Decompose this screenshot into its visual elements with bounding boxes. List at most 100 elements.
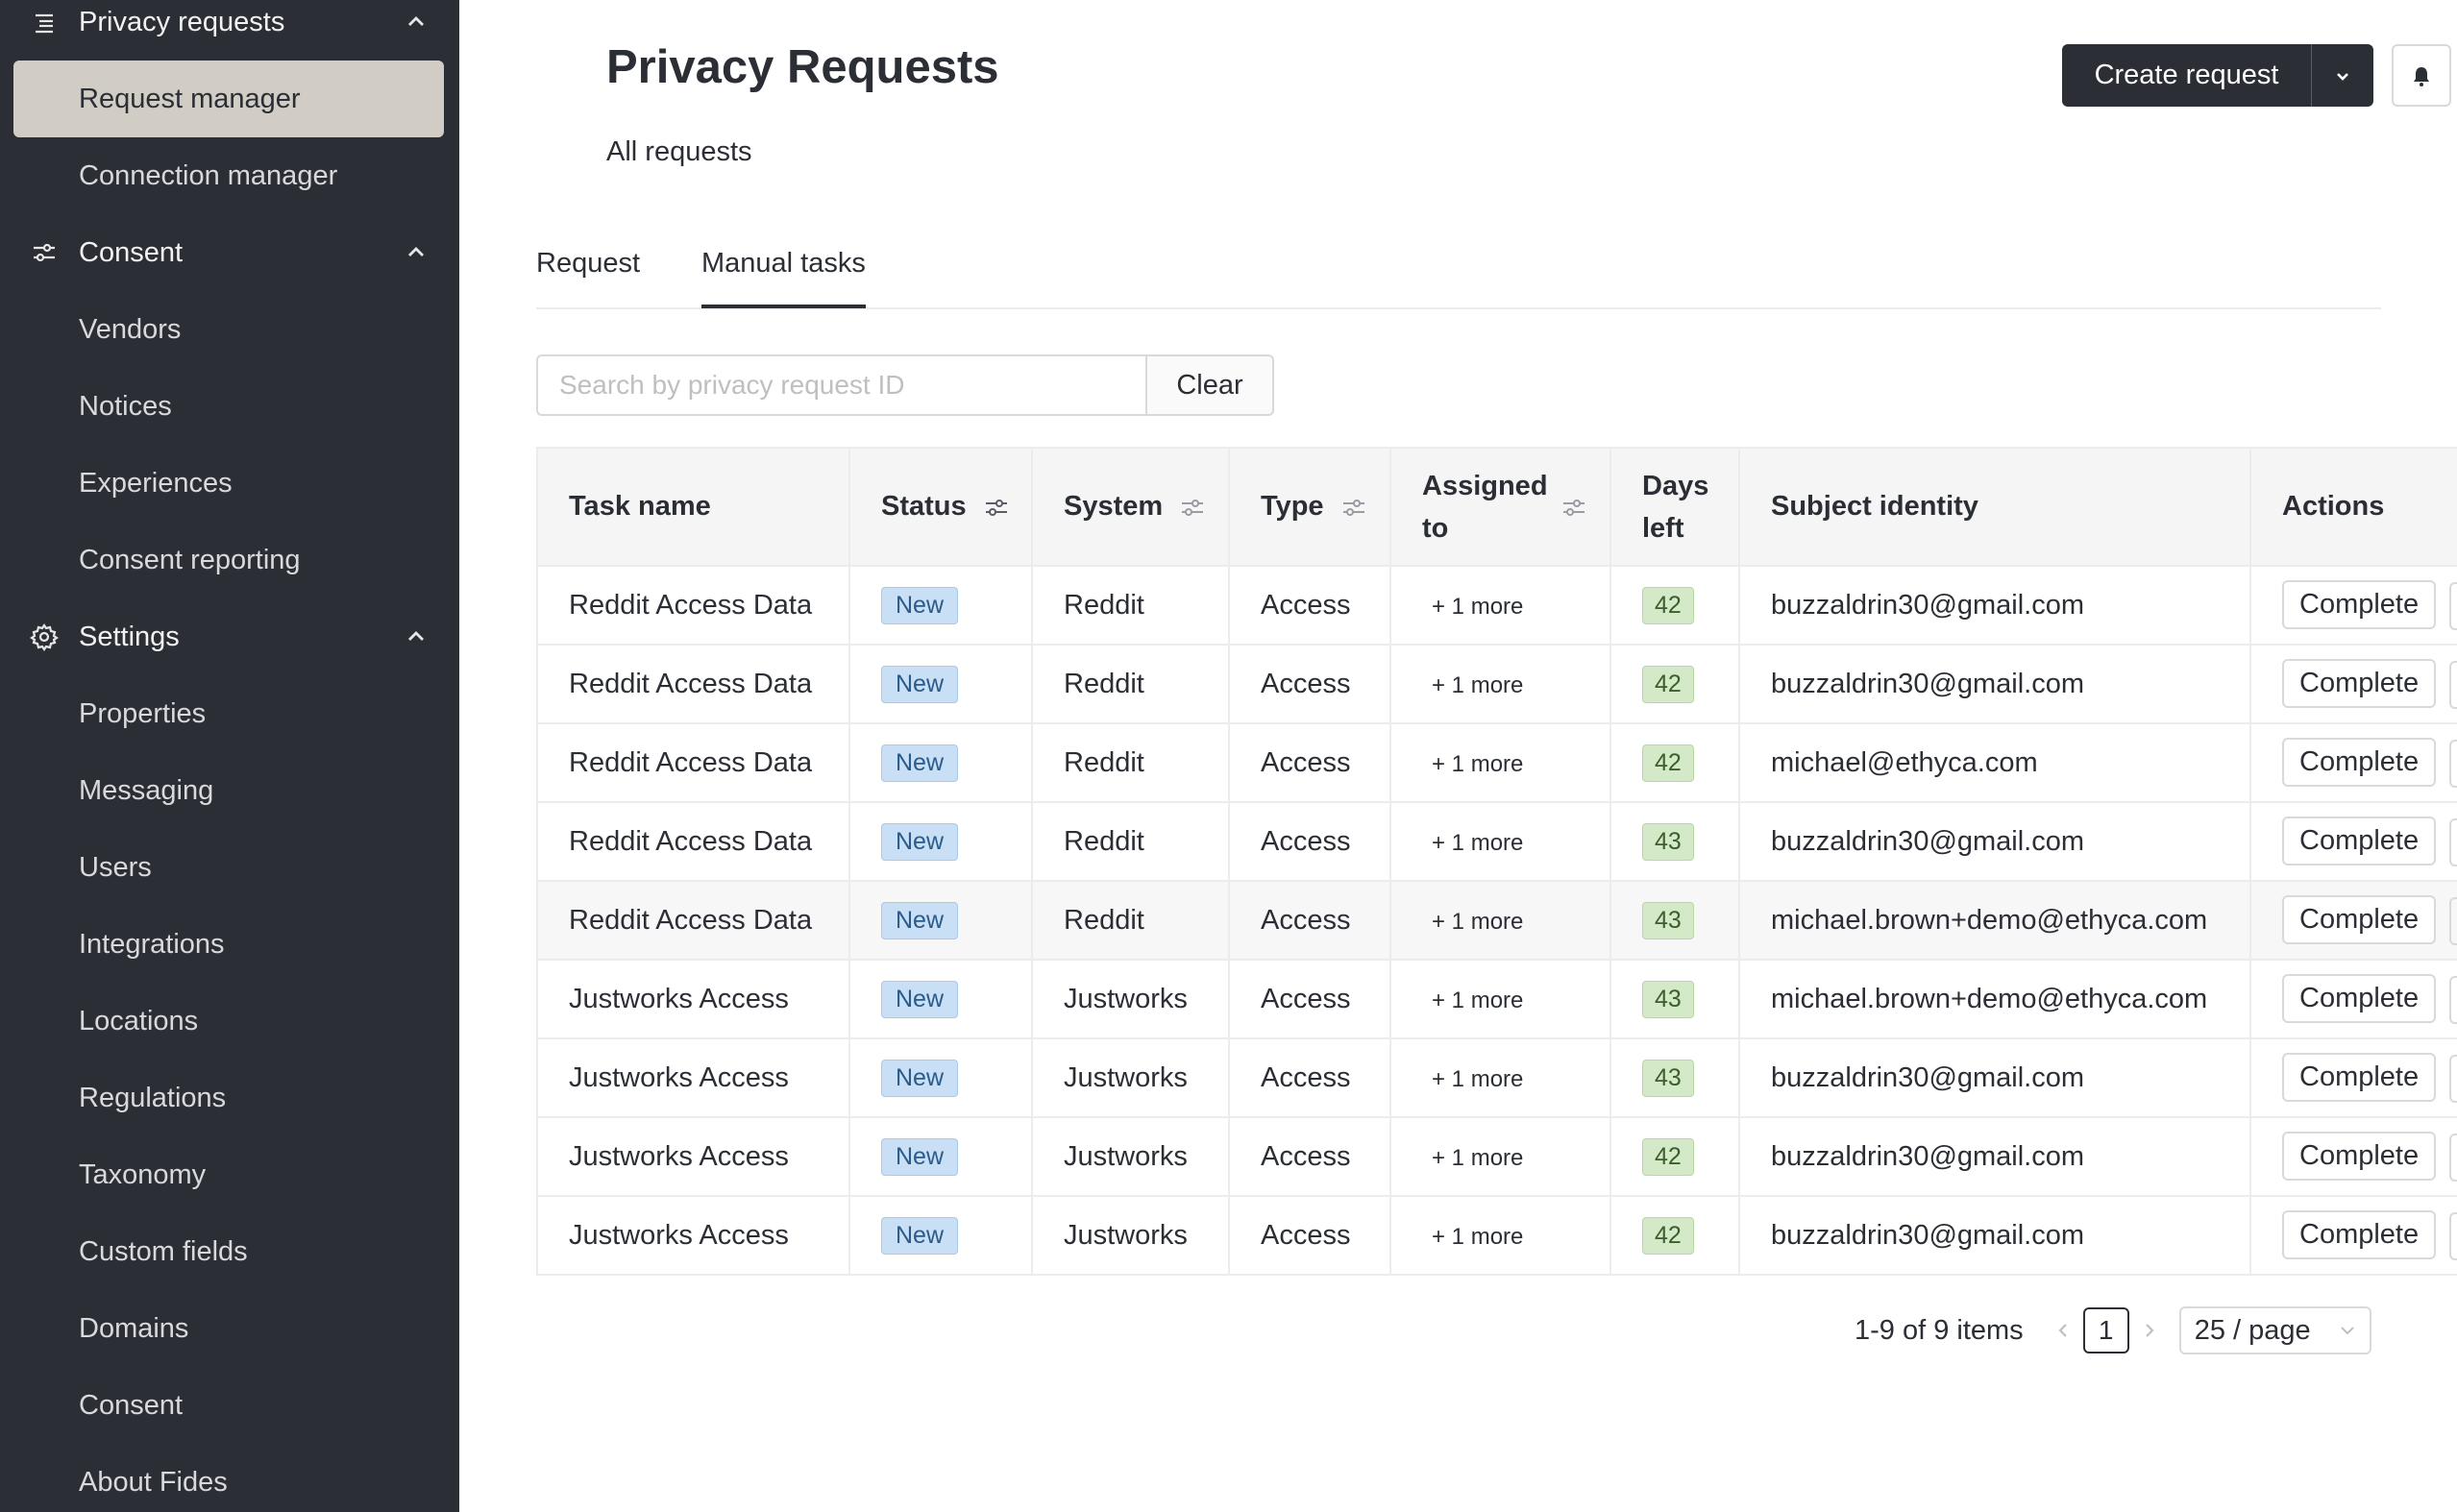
assignee-more-tag[interactable]: + 1 more [1422,988,1523,1013]
more-actions-button[interactable] [2449,975,2457,1024]
more-actions-button[interactable] [2449,1133,2457,1182]
cell-status: New [848,565,1033,646]
sidebar-item-label: Vendors [79,313,182,345]
sidebar-item-notices[interactable]: Notices [0,368,459,445]
cell-assigned-to: + 1 more [1389,1195,1611,1276]
sidebar-item-request-manager[interactable]: Request manager [13,61,444,137]
days-left-badge: 42 [1642,1137,1694,1176]
complete-button[interactable]: Complete [2282,895,2437,945]
assignee-more-tag[interactable]: + 1 more [1422,1224,1523,1250]
sidebar-item-properties[interactable]: Properties [0,675,459,752]
tab-request[interactable]: Request [536,248,640,307]
cell-task-name: Reddit Access Data [536,644,850,724]
filter-icon[interactable] [1560,493,1588,522]
complete-button[interactable]: Complete [2282,817,2437,866]
assignee-more-tag[interactable]: + 1 more [1422,909,1523,935]
cell-status: New [848,1195,1033,1276]
filter-icon[interactable] [1178,493,1207,522]
page-size-select[interactable]: 25 / page [2178,1306,2371,1354]
create-request-button[interactable]: Create request [2062,44,2312,107]
clear-button[interactable]: Clear [1147,354,1274,416]
more-actions-button[interactable] [2449,581,2457,630]
system-name: Justworks [1064,1061,1188,1093]
complete-button[interactable]: Complete [2282,659,2437,709]
days-left-badge: 42 [1642,665,1694,703]
cell-subject-identity: michael.brown+demo@ethyca.com [1738,880,2251,961]
cell-actions: Complete [2249,801,2457,882]
column-header-task-name: Task name [536,447,850,567]
column-label: System [1064,491,1164,522]
nav-group-settings[interactable]: Settings [0,598,459,675]
assignee-more-tag[interactable]: + 1 more [1422,672,1523,698]
cell-system: Reddit [1031,880,1230,961]
sidebar-item-consent-reporting[interactable]: Consent reporting [0,522,459,598]
nav-group-consent[interactable]: Consent [0,214,459,291]
complete-button[interactable]: Complete [2282,580,2437,630]
assignee-more-tag[interactable]: + 1 more [1422,751,1523,777]
table-row: Reddit Access Data New Reddit Access + 1 mor… [536,722,2457,803]
nav-group-label: Privacy requests [79,6,285,37]
subject-identity: buzzaldrin30@gmail.com [1771,1140,2085,1172]
more-actions-button[interactable] [2449,1054,2457,1103]
more-actions-button[interactable] [2449,1211,2457,1260]
sidebar-item-label: Request manager [79,83,301,114]
sidebar-item-messaging[interactable]: Messaging [0,752,459,829]
cell-subject-identity: buzzaldrin30@gmail.com [1738,565,2251,646]
complete-button[interactable]: Complete [2282,738,2437,788]
table-body: Reddit Access Data New Reddit Access + 1 mor… [536,565,2457,1276]
table-row: Reddit Access Data New Reddit Access + 1 mor… [536,644,2457,724]
sidebar-item-about-fides[interactable]: About Fides [0,1444,459,1512]
assignee-more-tag[interactable]: + 1 more [1422,1145,1523,1171]
assignee-more-tag[interactable]: + 1 more [1422,1066,1523,1092]
status-badge: New [881,822,959,861]
tab-manual-tasks[interactable]: Manual tasks [701,248,866,308]
assignee-more-tag[interactable]: + 1 more [1422,594,1523,620]
assignee-more-tag[interactable]: + 1 more [1422,830,1523,856]
sidebar-item-domains[interactable]: Domains [0,1290,459,1367]
nav-group-privacy-requests[interactable]: Privacy requests [0,0,459,61]
search-input[interactable] [536,354,1147,416]
sidebar-item-connection-manager[interactable]: Connection manager [0,137,459,214]
more-actions-button[interactable] [2449,817,2457,866]
sidebar-item-vendors[interactable]: Vendors [0,291,459,368]
cell-subject-identity: buzzaldrin30@gmail.com [1738,644,2251,724]
sidebar-item-label: Domains [79,1312,189,1344]
more-actions-button[interactable] [2449,896,2457,945]
cell-actions: Complete [2249,565,2457,646]
notifications-button[interactable] [2392,44,2451,107]
more-actions-button[interactable] [2449,660,2457,709]
more-actions-button[interactable] [2449,739,2457,788]
sidebar-item-custom-fields[interactable]: Custom fields [0,1213,459,1290]
complete-button[interactable]: Complete [2282,1053,2437,1103]
filter-icon[interactable] [1339,493,1368,522]
sidebar-item-locations[interactable]: Locations [0,983,459,1060]
cell-status: New [848,1037,1033,1118]
sidebar-item-users[interactable]: Users [0,829,459,906]
complete-button[interactable]: Complete [2282,974,2437,1024]
cell-days-left: 42 [1609,722,1740,803]
sidebar-item-consent[interactable]: Consent [0,1367,459,1444]
complete-button[interactable]: Complete [2282,1132,2437,1182]
column-label: to [1422,512,1449,544]
prev-page-button[interactable] [2047,1322,2079,1339]
filter-icon[interactable] [982,493,1011,522]
page-number-button[interactable]: 1 [2082,1307,2129,1353]
sidebar-item-label: Connection manager [79,159,338,191]
sidebar-item-taxonomy[interactable]: Taxonomy [0,1136,459,1213]
complete-button[interactable]: Complete [2282,1210,2437,1260]
search-bar: Clear [536,354,1274,416]
sidebar-item-regulations[interactable]: Regulations [0,1060,459,1136]
cell-system: Justworks [1031,959,1230,1039]
cell-actions: Complete [2249,1116,2457,1197]
sidebar-item-label: Custom fields [79,1235,248,1267]
subject-identity: michael.brown+demo@ethyca.com [1771,983,2208,1014]
system-name: Justworks [1064,983,1188,1014]
days-left-badge: 43 [1642,901,1694,939]
next-page-button[interactable] [2133,1322,2166,1339]
sidebar-item-experiences[interactable]: Experiences [0,445,459,522]
chevron-up-icon [404,240,429,265]
sidebar-item-integrations[interactable]: Integrations [0,906,459,983]
cell-assigned-to: + 1 more [1389,1116,1611,1197]
create-request-dropdown-button[interactable] [2312,44,2373,107]
table-row: Justworks Access New Justworks Access + 1 mo… [536,959,2457,1039]
